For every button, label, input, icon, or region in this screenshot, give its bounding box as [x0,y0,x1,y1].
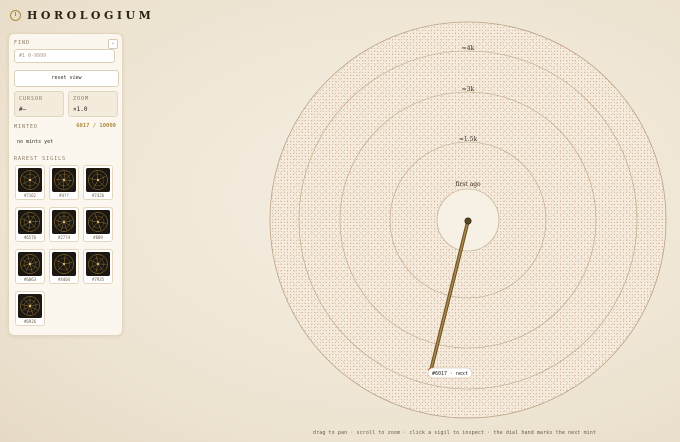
sigil-image [18,168,42,192]
sigil-id: #6863 [23,277,37,282]
ring-label-1-5k: ≈1.5k [459,136,478,143]
sigil-thumbnail[interactable]: #4404 [49,249,79,284]
ring-label-3k: ≈3k [462,86,475,93]
ring-label-4k: ≈4k [462,45,475,52]
dial[interactable]: ≈4k ≈3k ≈1.5k first ago #6017 · next [268,20,668,420]
sigil-id: #7162 [23,193,37,198]
sigil-thumbnail[interactable]: #7426 [83,165,113,200]
brand: HOROLOGIUM [10,9,154,22]
next-mint-tag[interactable]: #6017 · next [427,367,473,379]
sigil-image [86,210,110,234]
collapse-panel-button[interactable]: ‹ [108,39,118,49]
sigil-image [18,210,42,234]
help-hint: drag to pan · scroll to zoom · click a s… [313,430,597,436]
reset-view-button[interactable]: reset view [14,70,119,87]
sigil-image [52,168,76,192]
next-mint-label: #6017 · next [432,371,468,377]
search-input[interactable] [14,49,115,63]
clock-logo-icon [10,10,21,21]
cursor-label: CURSOR [19,96,44,102]
sigil-image [52,210,76,234]
dial-hub [464,217,472,225]
rarest-sigils-label: RAREST SIGILS [14,156,67,162]
sigil-image [18,294,42,318]
sigil-thumbnail[interactable]: #4?? [49,165,79,200]
cursor-stat: CURSOR #— [14,91,64,117]
sigil-id: #889 [93,235,103,240]
sigil-image [86,252,110,276]
mints-status: no mints yet [17,139,54,145]
sigil-image [52,252,76,276]
sigil-id: #7426 [91,193,105,198]
ring-label-first: first ago [455,181,481,188]
sigil-thumbnail[interactable]: #889 [83,207,113,242]
zoom-label: ZOOM [73,96,90,102]
sigil-id: #2774 [57,235,71,240]
sigil-thumbnail[interactable]: #6926 [15,291,45,326]
sigil-thumbnail[interactable]: #7935 [83,249,113,284]
sigil-image [18,252,42,276]
sigil-thumbnail[interactable]: #7162 [15,165,45,200]
sigil-id: #6926 [23,319,37,324]
sigil-thumbnail[interactable]: #2774 [49,207,79,242]
minted-count: 6017 / 10000 [76,123,116,129]
find-label: FIND [14,40,31,46]
sigil-id: #7935 [91,277,105,282]
zoom-value: ×1.0 [73,106,88,113]
sigil-thumbnail[interactable]: #6863 [15,249,45,284]
cursor-value: #— [19,106,27,113]
zoom-stat: ZOOM ×1.0 [68,91,118,117]
app-title: HOROLOGIUM [27,9,155,22]
sigil-id: #4404 [57,277,71,282]
sigil-id: #6576 [23,235,37,240]
control-panel: FIND ‹ reset view CURSOR #— ZOOM ×1.0 MI… [8,33,123,336]
sigil-id: #4?? [59,193,69,198]
sigil-thumbnail[interactable]: #6576 [15,207,45,242]
sigil-image [86,168,110,192]
minted-label: MINTED [14,124,39,130]
